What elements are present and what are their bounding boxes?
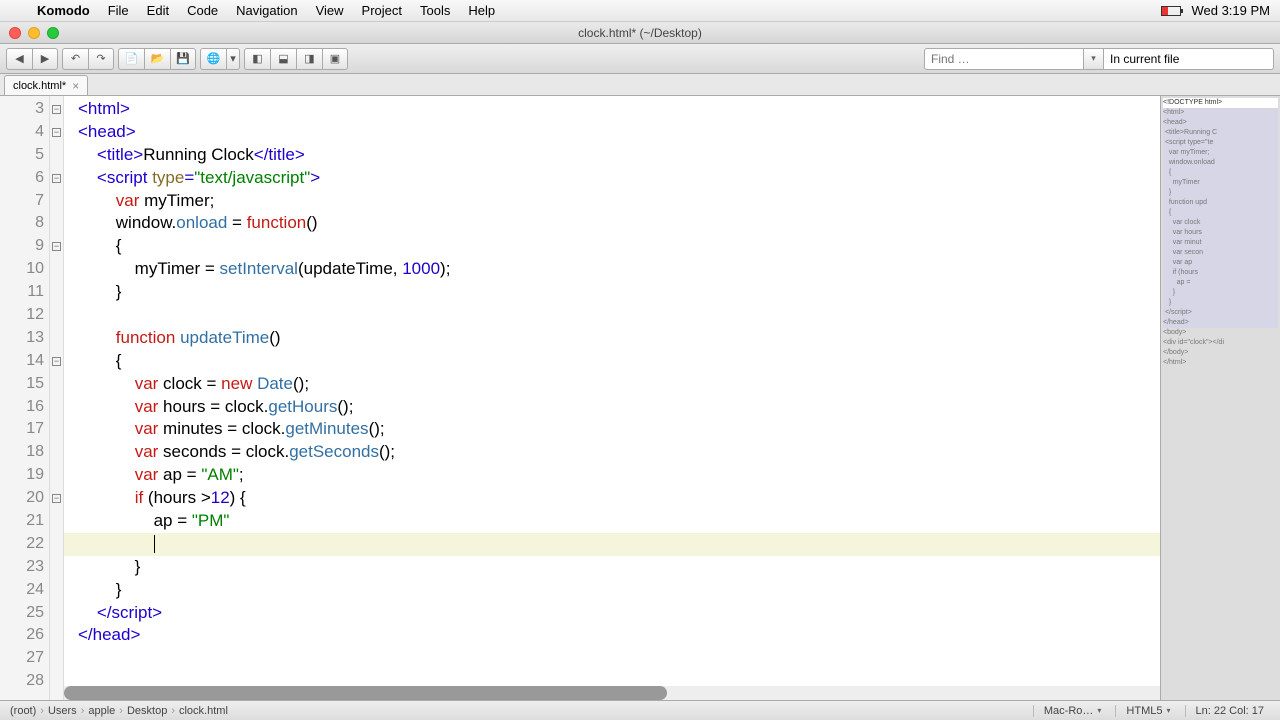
menu-file[interactable]: File [99,3,138,18]
menu-tools[interactable]: Tools [411,3,459,18]
fold-toggle[interactable]: − [52,174,61,183]
menu-navigation[interactable]: Navigation [227,3,306,18]
status-bar: (root)›Users›apple›Desktop›clock.html Ma… [0,700,1280,720]
menu-code[interactable]: Code [178,3,227,18]
fold-toggle[interactable]: − [52,494,61,503]
encoding-selector[interactable]: Mac-Ro…▾ [1033,705,1112,717]
right-pane-toggle[interactable]: ◨ [296,48,322,70]
breadcrumb-item[interactable]: clock.html [175,705,232,717]
zoom-window-button[interactable] [47,27,59,39]
back-button[interactable]: ◀ [6,48,32,70]
fold-toggle[interactable]: − [52,128,61,137]
browser-preview-dropdown[interactable]: ▾ [226,48,240,70]
file-tab[interactable]: clock.html* × [4,75,88,95]
find-input[interactable] [924,48,1084,70]
fold-toggle[interactable]: − [52,242,61,251]
app-name[interactable]: Komodo [28,3,99,18]
left-pane-toggle[interactable]: ◧ [244,48,270,70]
breadcrumb-item[interactable]: Desktop [123,705,171,717]
main-toolbar: ◀ ▶ ↶ ↷ 📄 📂 💾 🌐 ▾ ◧ ⬓ ◨ ▣ ▾ [0,44,1280,74]
full-screen-toggle[interactable]: ▣ [322,48,348,70]
bottom-pane-toggle[interactable]: ⬓ [270,48,296,70]
save-file-button[interactable]: 💾 [170,48,196,70]
breadcrumb-item[interactable]: apple [84,705,119,717]
macos-menubar: Komodo FileEditCodeNavigationViewProject… [0,0,1280,22]
menu-help[interactable]: Help [459,3,504,18]
undo-button[interactable]: ↶ [62,48,88,70]
window-title: clock.html* (~/Desktop) [80,26,1200,40]
window-titlebar: clock.html* (~/Desktop) [0,22,1280,44]
new-file-button[interactable]: 📄 [118,48,144,70]
code-editor[interactable]: <html><head> <title>Running Clock</title… [64,96,1160,700]
menu-project[interactable]: Project [353,3,411,18]
language-selector[interactable]: HTML5▾ [1115,705,1180,717]
redo-button[interactable]: ↷ [88,48,114,70]
code-fold-column: − − − − − − [50,96,64,700]
forward-button[interactable]: ▶ [32,48,58,70]
editor-area: 3456789101112131415161718192021222324252… [0,96,1280,700]
tab-bar: clock.html* × [0,74,1280,96]
breadcrumb-item[interactable]: (root) [6,705,40,717]
menubar-clock[interactable]: Wed 3:19 PM [1191,3,1270,18]
battery-icon[interactable] [1161,6,1181,16]
menu-edit[interactable]: Edit [138,3,178,18]
fold-toggle[interactable]: − [52,357,61,366]
minimize-window-button[interactable] [28,27,40,39]
minimap[interactable]: <!DOCTYPE html><html><head> <title>Runni… [1160,96,1280,700]
tab-close-icon[interactable]: × [72,79,79,93]
horizontal-scrollbar[interactable] [64,686,1160,700]
close-window-button[interactable] [9,27,21,39]
fold-toggle[interactable]: − [52,105,61,114]
open-file-button[interactable]: 📂 [144,48,170,70]
breadcrumb-item[interactable]: Users [44,705,81,717]
tab-label: clock.html* [13,80,66,92]
line-number-gutter: 3456789101112131415161718192021222324252… [0,96,50,700]
find-bar: ▾ [924,48,1274,70]
find-dropdown[interactable]: ▾ [1084,48,1104,70]
browser-preview-button[interactable]: 🌐 [200,48,226,70]
menu-view[interactable]: View [307,3,353,18]
find-scope[interactable] [1104,48,1274,70]
cursor-position: Ln: 22 Col: 17 [1185,705,1275,717]
